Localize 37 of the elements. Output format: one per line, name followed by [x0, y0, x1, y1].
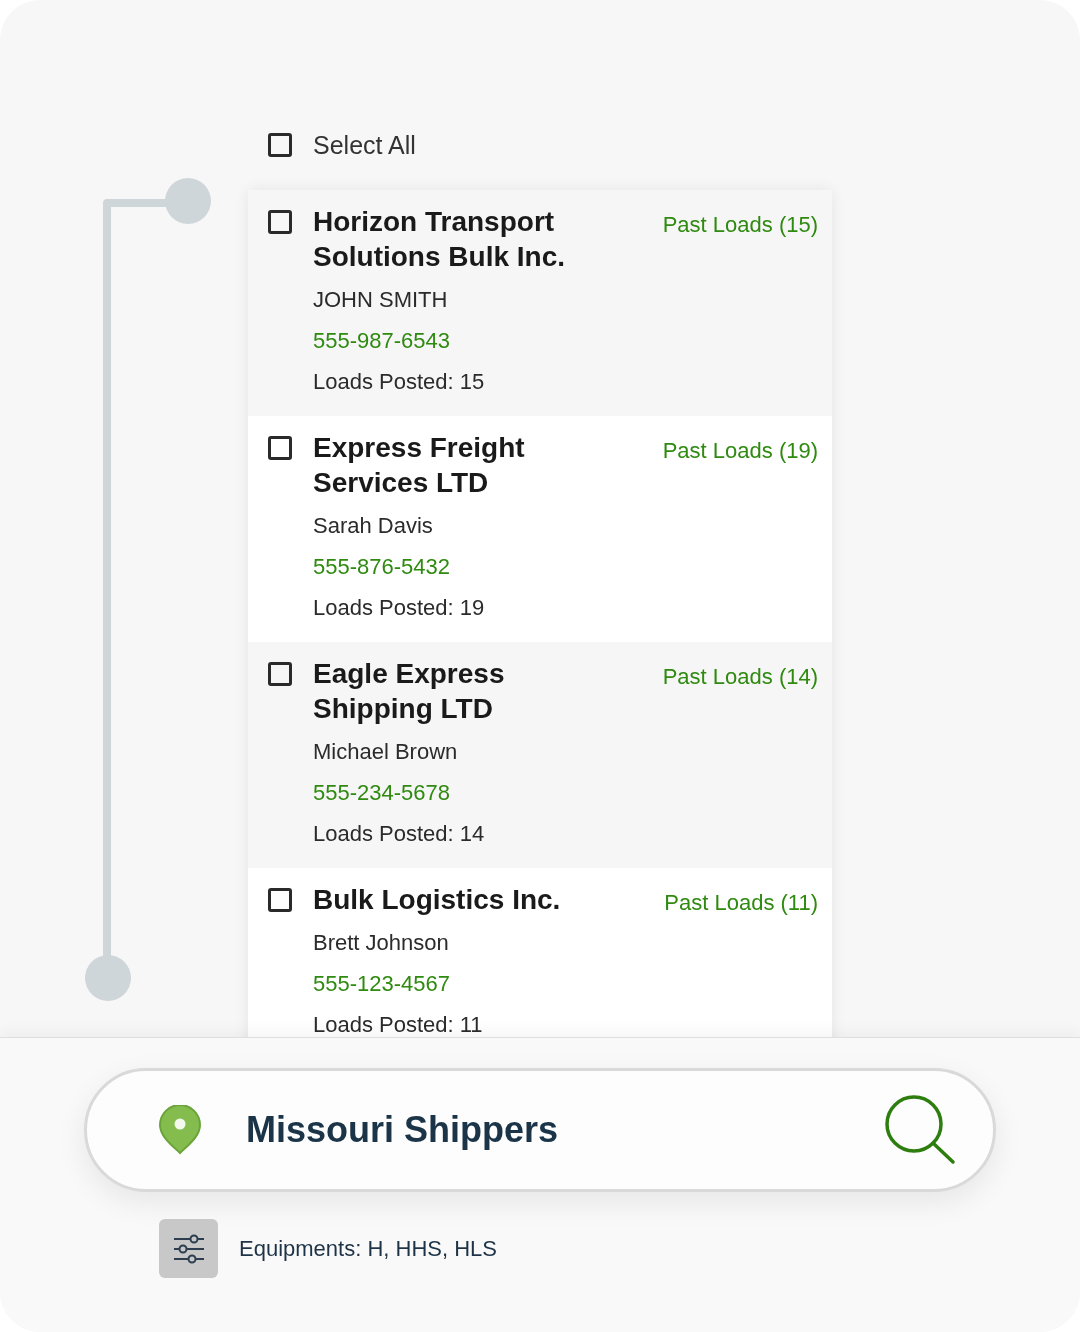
- filter-button[interactable]: [159, 1219, 218, 1278]
- shipper-row[interactable]: Bulk Logistics Inc. Past Loads (11) Brett Johnson 555-123-4567 Loads Posted: 11: [248, 868, 832, 1037]
- past-loads-link[interactable]: Past Loads (14): [662, 665, 818, 689]
- company-name: Express Freight Services LTD: [313, 431, 526, 500]
- company-name: Horizon Transport Solutions Bulk Inc.: [313, 205, 566, 274]
- company-name: Bulk Logistics Inc.: [313, 883, 561, 917]
- checkbox[interactable]: [268, 662, 292, 686]
- loads-posted-text: Loads Posted: 11: [313, 1011, 483, 1037]
- shipper-row[interactable]: Horizon Transport Solutions Bulk Inc. Past Loads (15) JOHN SMITH 555-987-6543 Loads Posted: 15: [248, 190, 832, 416]
- company-name: Eagle Express Shipping LTD: [313, 657, 506, 726]
- shipper-row[interactable]: Express Freight Services LTD Past Loads (19) Sarah Davis 555-876-5432 Loads Posted: 19: [248, 416, 832, 642]
- equipment-filter-text: Equipments: H, HHS, HLS: [239, 1235, 497, 1262]
- loads-posted-text: Loads Posted: 15: [313, 368, 485, 396]
- checkbox[interactable]: [268, 436, 292, 460]
- contact-name: JOHN SMITH: [313, 286, 448, 314]
- phone-link[interactable]: 555-234-5678: [313, 772, 450, 813]
- search-field[interactable]: Missouri Shippers: [246, 1109, 884, 1151]
- checkbox[interactable]: [268, 133, 292, 157]
- select-all-label[interactable]: Select All: [313, 130, 416, 160]
- map-pin-icon: [158, 1105, 202, 1155]
- past-loads-link[interactable]: Past Loads (19): [662, 439, 818, 463]
- past-loads-link[interactable]: Past Loads (11): [664, 891, 818, 915]
- phone-link[interactable]: 555-876-5432: [313, 546, 450, 587]
- phone-link[interactable]: 555-987-6543: [313, 320, 450, 361]
- contact-name: Sarah Davis: [313, 512, 433, 540]
- contact-name: Brett Johnson: [313, 929, 449, 957]
- shipper-row[interactable]: Eagle Express Shipping LTD Past Loads (14) Michael Brown 555-234-5678 Loads Posted: 14: [248, 642, 832, 868]
- search-button[interactable]: [884, 1095, 956, 1165]
- phone-link[interactable]: 555-123-4567: [313, 963, 450, 1004]
- checkbox[interactable]: [268, 888, 292, 912]
- checkbox[interactable]: [268, 210, 292, 234]
- sliders-icon: [172, 1233, 205, 1264]
- search-icon: [884, 1095, 956, 1165]
- contact-name: Michael Brown: [313, 738, 458, 766]
- loads-posted-text: Loads Posted: 19: [313, 594, 485, 622]
- past-loads-link[interactable]: Past Loads (15): [662, 213, 818, 237]
- loads-posted-text: Loads Posted: 14: [313, 820, 485, 848]
